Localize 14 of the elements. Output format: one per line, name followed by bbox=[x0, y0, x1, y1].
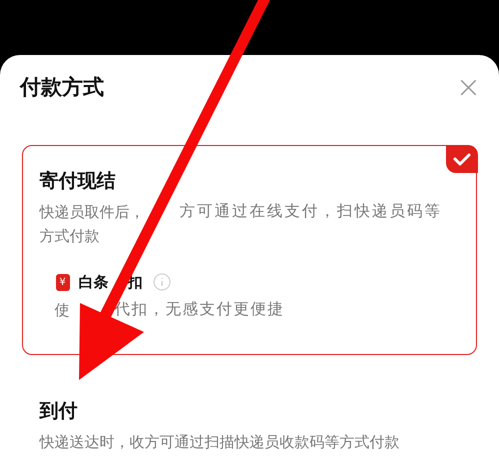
option-title: 到付 bbox=[40, 401, 78, 421]
sub-option-description: 代扣，无感支付更便捷 bbox=[114, 299, 284, 320]
option-description: 快递员取件后， bbox=[40, 202, 144, 223]
info-icon[interactable] bbox=[152, 273, 170, 291]
option-description: 方式付款 bbox=[40, 226, 100, 247]
check-icon bbox=[446, 144, 478, 172]
wallet-icon: ¥ bbox=[56, 274, 70, 290]
option-description: 快递送达时，收方可通过扫描快递员收款码等方式付款 bbox=[40, 432, 400, 453]
option-description: 方可通过在线支付，扫快递员码等 bbox=[180, 201, 442, 222]
sub-option-label: 白条 bbox=[78, 272, 108, 293]
payment-option[interactable]: 到付 快递送达时，收方可通过扫描快递员收款码等方式付款 bbox=[22, 391, 477, 463]
option-title: 寄付现结 bbox=[40, 171, 116, 191]
sub-option-description: 使 bbox=[54, 300, 70, 321]
sheet-title: 付款方式 bbox=[20, 74, 104, 102]
